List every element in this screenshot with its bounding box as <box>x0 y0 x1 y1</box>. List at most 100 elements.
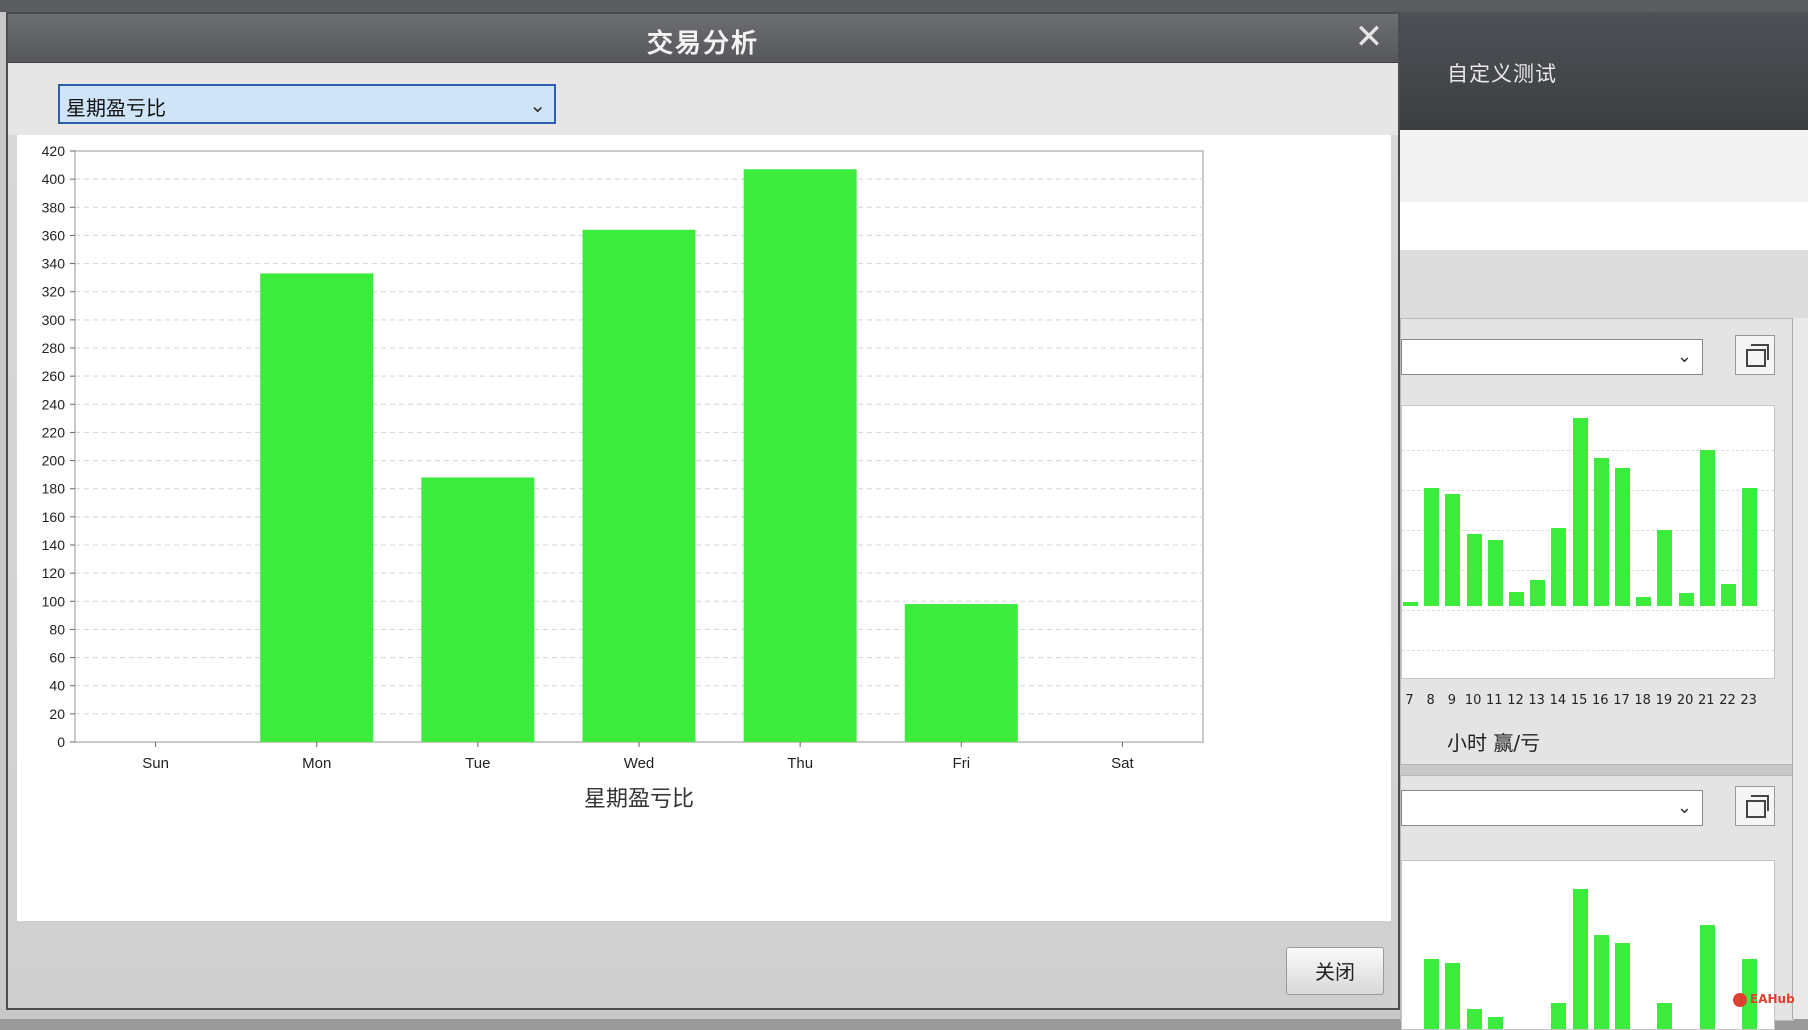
background-hourly-chart <box>1401 860 1775 1030</box>
background-bar <box>1615 468 1630 606</box>
y-tick-label: 360 <box>42 227 66 243</box>
background-bar <box>1678 593 1694 606</box>
chart-bar-thu <box>743 169 857 743</box>
background-strip <box>1400 250 1808 320</box>
dialog-title-bar[interactable]: 交易分析 ✕ <box>8 14 1398 63</box>
background-side-panel <box>1792 318 1808 1019</box>
background-hour-label: 15 <box>1570 693 1588 708</box>
y-tick-label: 320 <box>42 284 66 300</box>
chart-bar-mon <box>260 273 374 742</box>
background-hour-label: 22 <box>1719 693 1736 708</box>
background-strip <box>1400 202 1808 250</box>
background-bar <box>1572 418 1588 606</box>
y-tick-label: 380 <box>42 199 66 215</box>
x-tick-label-wed: Wed <box>624 755 655 772</box>
watermark-text: EAHub <box>1750 992 1795 1006</box>
background-hour-label: 16 <box>1592 693 1609 708</box>
background-hourly-chart <box>1401 405 1775 679</box>
x-tick-label-tue: Tue <box>465 755 490 772</box>
close-icon[interactable]: ✕ <box>1352 20 1386 54</box>
y-tick-label: 160 <box>42 509 66 525</box>
background-bar <box>1487 540 1503 606</box>
background-bar <box>1403 602 1418 606</box>
background-bar <box>1572 889 1588 1029</box>
background-hour-label: 7 <box>1405 693 1414 708</box>
background-hour-label: 21 <box>1698 693 1715 708</box>
background-bar <box>1657 1003 1673 1029</box>
chevron-down-icon: ⌄ <box>1676 346 1692 367</box>
gridline <box>1402 450 1774 451</box>
gridline <box>1402 490 1774 491</box>
background-hour-label: 20 <box>1676 693 1694 708</box>
x-tick-label-fri: Fri <box>953 755 971 772</box>
trade-analysis-dialog: 交易分析 ✕ 星期盈亏比 ⌄ 0 20 40 60 80 100 120 140 160 180 2… <box>6 12 1400 1010</box>
chart-canvas: 0 20 40 60 80 100 120 140 160 180 200 220 240 260 280 3… <box>42 143 1204 812</box>
chevron-down-icon: ⌄ <box>529 93 546 117</box>
background-hour-label: 23 <box>1740 693 1757 708</box>
x-tick-label-sun: Sun <box>142 755 169 772</box>
background-bar <box>1615 943 1630 1029</box>
background-bar <box>1445 963 1461 1029</box>
popout-icon[interactable] <box>1735 786 1775 826</box>
background-hour-label: 9 <box>1447 693 1457 708</box>
metric-select[interactable]: 星期盈亏比 ⌄ <box>58 84 556 124</box>
background-hour-label: 14 <box>1549 693 1567 708</box>
background-bar <box>1445 494 1461 606</box>
metric-select-value: 星期盈亏比 <box>66 96 166 120</box>
chart-bar-fri <box>904 604 1018 742</box>
y-tick-label: 180 <box>42 481 66 497</box>
background-hour-label: 18 <box>1634 693 1651 708</box>
background-hour-label: 8 <box>1426 693 1435 708</box>
background-hour-label: 10 <box>1464 693 1482 708</box>
x-tick-label-mon: Mon <box>302 755 331 772</box>
y-tick-label: 280 <box>42 340 66 356</box>
background-metric-select[interactable]: ⌄ <box>1401 339 1703 375</box>
y-tick-label: 260 <box>42 368 66 384</box>
background-bar <box>1424 488 1440 606</box>
chart-bar-wed <box>582 229 696 743</box>
background-hour-label: 11 <box>1486 693 1503 708</box>
background-bar <box>1424 959 1440 1029</box>
chevron-down-icon: ⌄ <box>1676 797 1692 818</box>
background-strip <box>1400 130 1808 202</box>
background-hour-label: 19 <box>1655 693 1673 708</box>
dialog-title: 交易分析 <box>646 29 759 59</box>
x-tick-label-sat: Sat <box>1111 755 1134 772</box>
background-bar <box>1699 450 1715 606</box>
background-chart-caption: 小时 赢/亏 <box>1447 731 1541 755</box>
background-bar <box>1466 534 1482 606</box>
y-tick-label: 420 <box>42 143 66 159</box>
popout-icon[interactable] <box>1735 335 1775 375</box>
y-tick-label: 400 <box>42 171 66 187</box>
gridline <box>1402 610 1774 611</box>
background-hour-axis: 7 8 9 10 11 12 13 14 15 16 17 18 19 20 21 22 23 <box>1401 693 1793 713</box>
y-tick-label: 80 <box>49 621 65 637</box>
y-tick-label: 60 <box>49 650 65 666</box>
chart-bar-tue <box>421 477 535 742</box>
y-tick-label: 220 <box>42 424 66 440</box>
x-tick-label-thu: Thu <box>787 755 813 772</box>
background-bar <box>1657 530 1673 606</box>
y-tick-label: 240 <box>42 396 66 412</box>
background-bar <box>1593 458 1609 606</box>
close-button[interactable]: 关闭 <box>1286 947 1384 995</box>
background-metric-select[interactable]: ⌄ <box>1401 790 1703 826</box>
background-bar <box>1721 584 1736 606</box>
background-hour-label: 13 <box>1528 693 1545 708</box>
background-hourly-panel: ⌄ <box>1400 775 1794 1030</box>
background-bar <box>1509 592 1524 606</box>
y-tick-label: 340 <box>42 256 66 272</box>
background-bar <box>1742 488 1758 606</box>
logo-icon <box>1733 992 1747 1007</box>
y-tick-label: 120 <box>42 565 66 581</box>
y-tick-label: 20 <box>49 706 65 722</box>
background-bar <box>1593 935 1609 1029</box>
background-bar <box>1466 1009 1482 1029</box>
weekday-profit-chart: 0 20 40 60 80 100 120 140 160 180 200 220 240 260 280 3… <box>17 135 1391 921</box>
background-header-title[interactable]: 自定义测试 <box>1447 58 1557 88</box>
gridline <box>1402 650 1774 651</box>
watermark: EAHub <box>1733 992 1795 1007</box>
background-bar <box>1699 925 1715 1029</box>
background-top-bar <box>0 0 1808 12</box>
y-tick-label: 300 <box>42 312 66 328</box>
